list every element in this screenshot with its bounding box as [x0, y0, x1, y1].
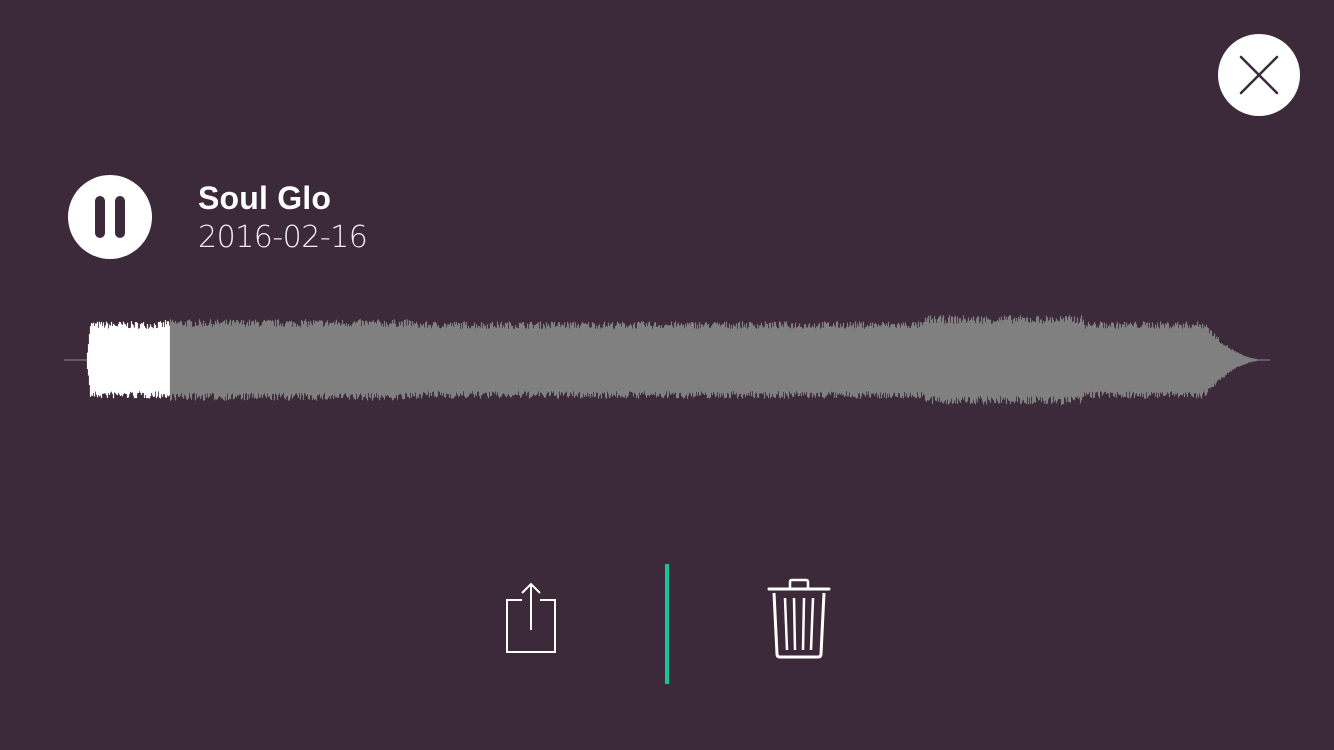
share-icon	[506, 582, 556, 653]
audio-waveform-scrubber[interactable]	[64, 305, 1270, 415]
share-button[interactable]	[496, 578, 566, 658]
close-button[interactable]	[1218, 34, 1300, 116]
delete-button[interactable]	[764, 576, 834, 662]
track-date: 2016-02-16	[198, 220, 368, 255]
audio-player-screen: Soul Glo 2016-02-16	[0, 0, 1334, 750]
close-icon	[1239, 55, 1279, 95]
pause-icon	[95, 196, 125, 238]
track-title: Soul Glo	[198, 180, 332, 216]
trash-icon	[767, 578, 831, 659]
track-info: Soul Glo 2016-02-16	[198, 178, 368, 258]
pause-button[interactable]	[68, 175, 152, 259]
action-bar	[0, 560, 1334, 690]
divider	[665, 564, 669, 684]
